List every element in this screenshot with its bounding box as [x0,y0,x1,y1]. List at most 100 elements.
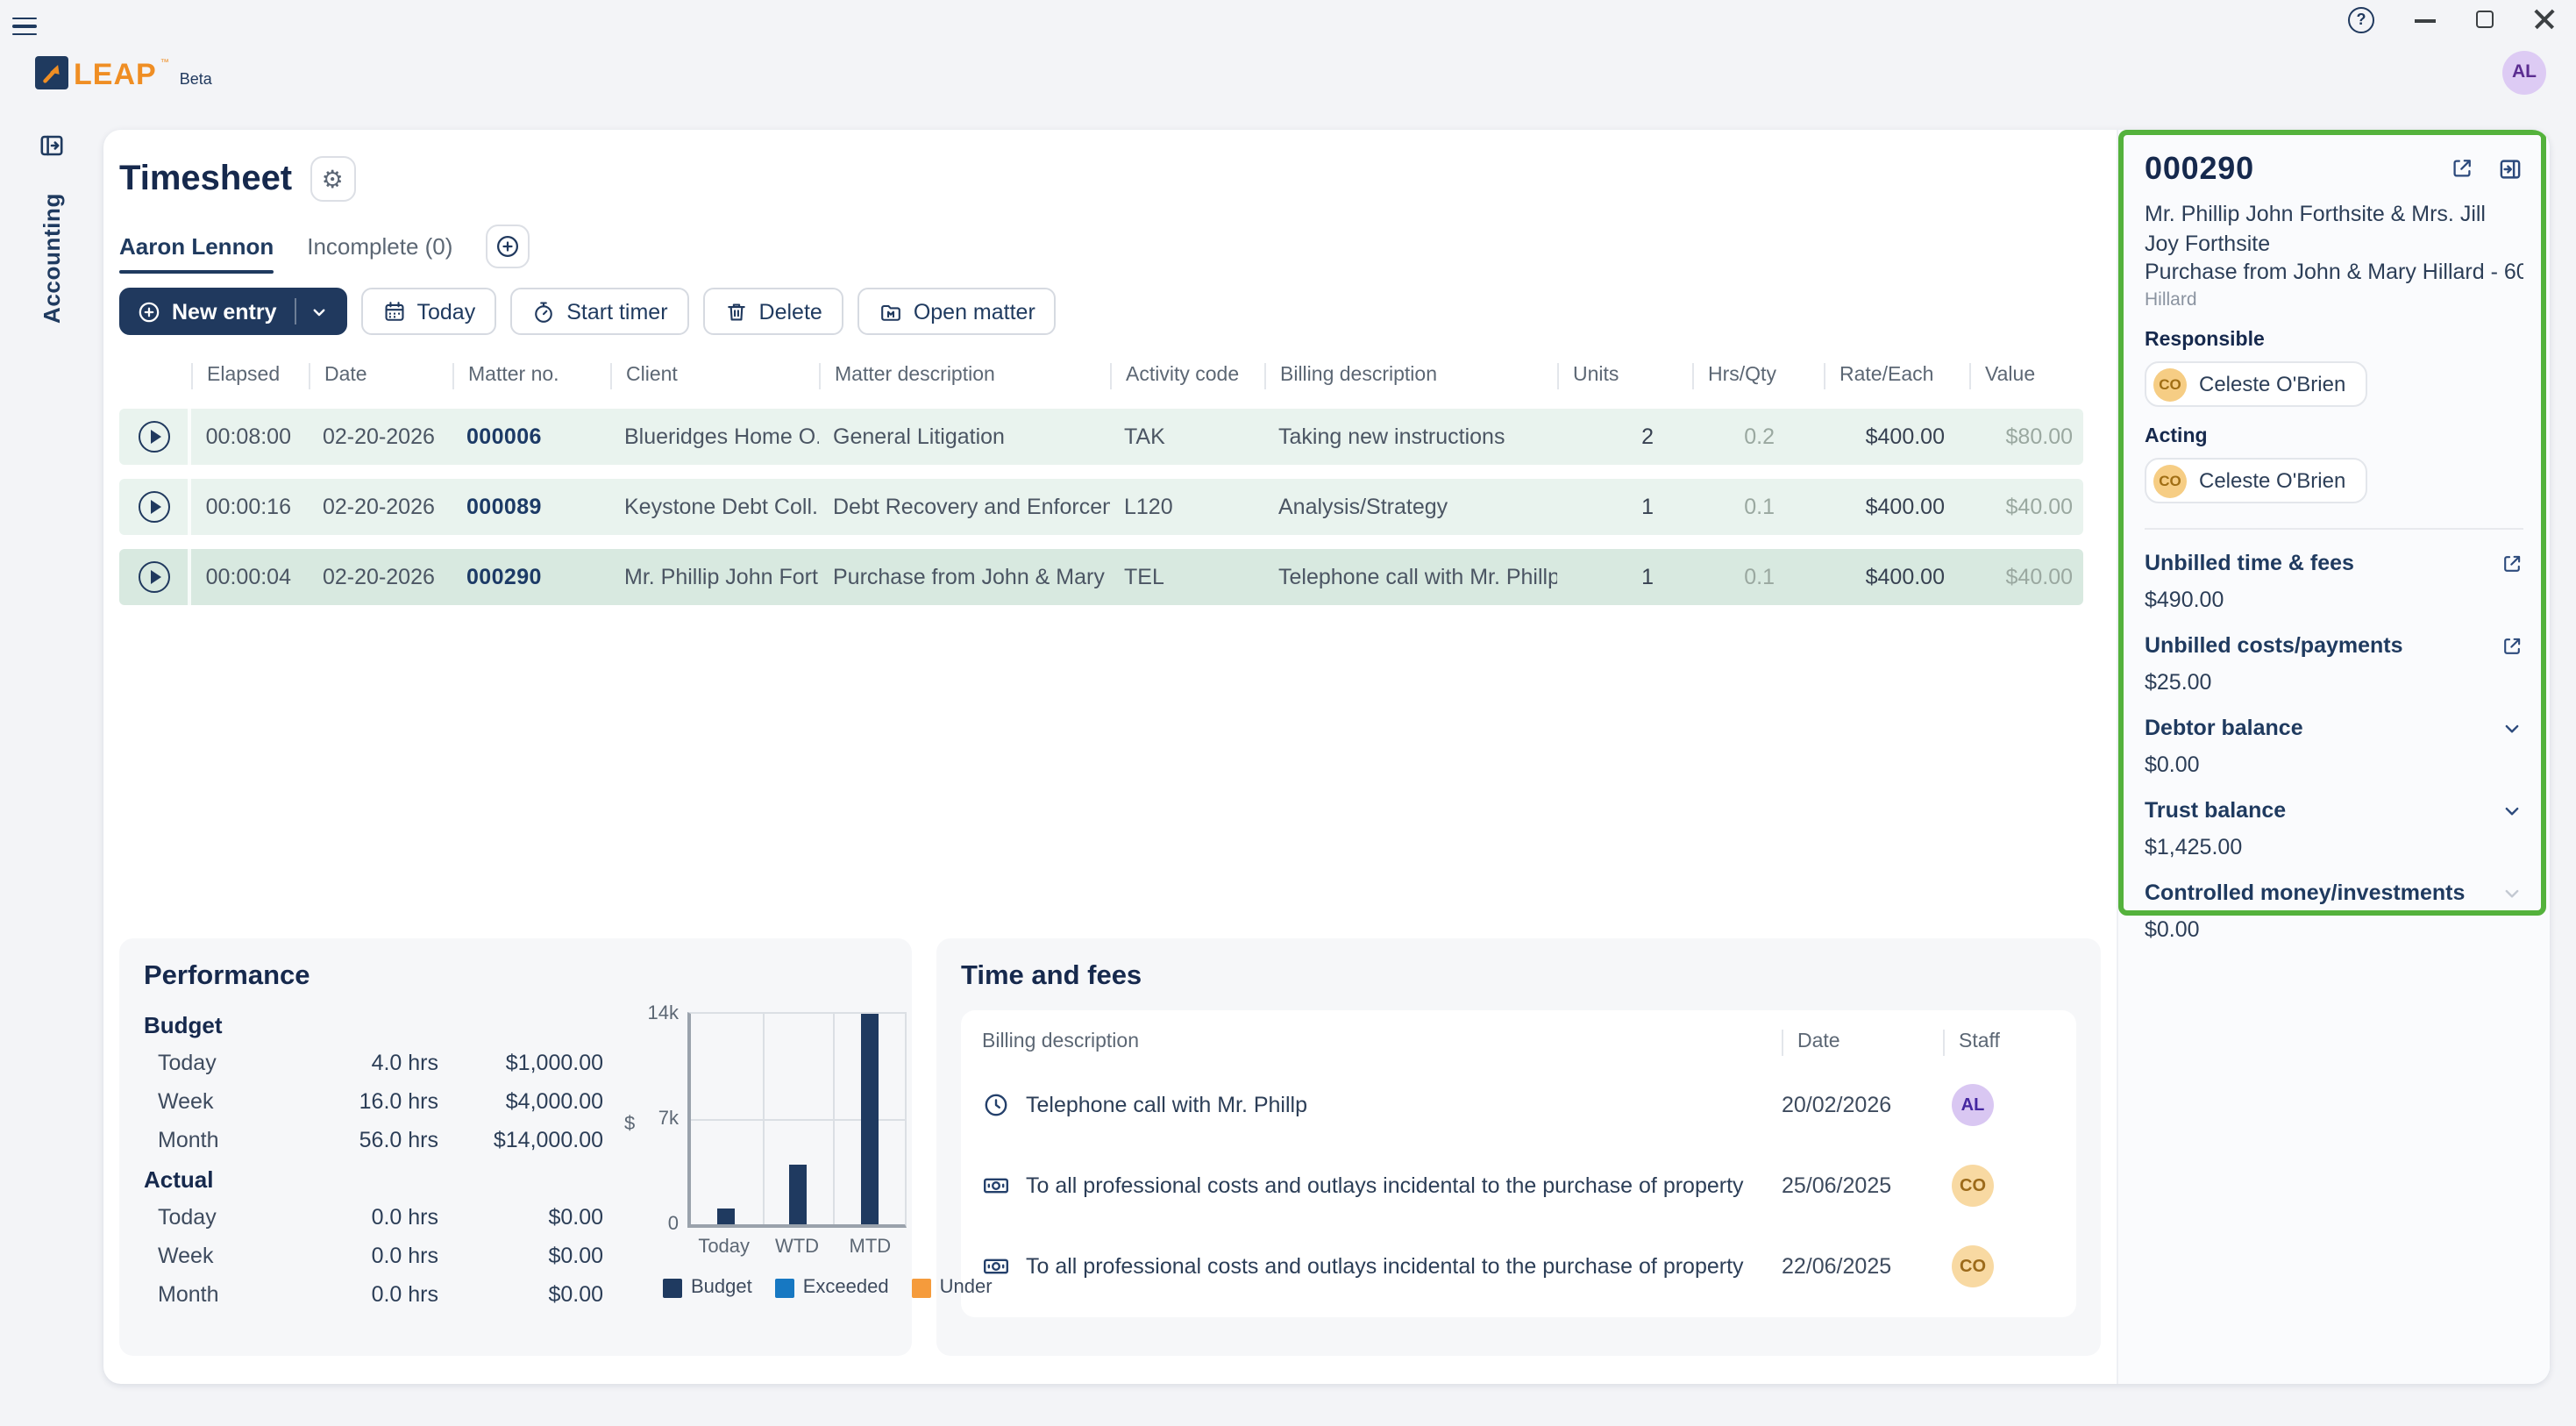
gear-icon: ⚙ [321,164,344,192]
table-row[interactable]: 00:00:16 02-20-2026 000089 Keystone Debt Co… [119,479,2083,535]
performance-period: Week [158,1244,214,1268]
tnf-column-staff: Staff [1943,1029,2055,1055]
cell-rate-each: $400.00 [1865,495,1945,519]
matter-folder-icon [880,303,900,320]
column-billing-description: Billing description [1264,362,1557,389]
chevron-down-icon[interactable] [2501,881,2523,904]
chart-y-tick: 14k [647,1003,680,1024]
tnf-billing-description: To all professional costs and outlays in… [982,1172,1782,1200]
cell-billing-description: Telephone call with Mr. Phillp [1278,565,1557,589]
close-button[interactable] [2534,9,2555,30]
play-button[interactable] [119,549,191,605]
tab-incomplete[interactable]: Incomplete (0) [307,233,452,274]
table-row[interactable]: 00:08:00 02-20-2026 000006 Blueridges Home … [119,409,2083,465]
chart-x-tick: Today [698,1237,751,1258]
user-avatar[interactable]: AL [2502,50,2546,94]
stopwatch-icon [535,301,553,322]
leap-logo-text: LEAP [74,57,157,90]
circle-plus-icon [139,301,160,322]
matter-balance-item: Debtor balance $0.00 [2145,716,2523,777]
performance-period: Month [158,1128,219,1152]
matter-balance-label[interactable]: Unbilled costs/payments [2145,633,2523,658]
tnf-row[interactable]: Telephone call with Mr. Phillp 20/02/2026… [982,1065,2055,1145]
tnf-row[interactable]: To all professional costs and outlays in… [982,1226,2055,1307]
tnf-date: 25/06/2025 [1782,1173,1892,1198]
maximize-button[interactable] [2476,11,2494,28]
start-timer-button[interactable]: Start timer [510,288,689,335]
tab-aaron-lennon[interactable]: Aaron Lennon [119,233,274,274]
cell-matter-no[interactable]: 000006 [452,424,610,449]
new-entry-button[interactable]: New entry [119,288,347,335]
chevron-down-icon [313,308,324,316]
rail-label-accounting[interactable]: Accounting [39,193,65,324]
play-button[interactable] [119,409,191,465]
tnf-date: 22/06/2025 [1782,1254,1892,1279]
external-link-icon[interactable] [2501,552,2523,574]
staff-avatar[interactable]: CO [1952,1245,1994,1287]
performance-hours: 16.0 hrs [359,1089,438,1114]
cell-client: Keystone Debt Coll... [624,495,819,519]
play-button[interactable] [119,479,191,535]
matter-balance-label[interactable]: Unbilled time & fees [2145,551,2523,575]
tnf-row[interactable]: To all professional costs and outlays in… [982,1145,2055,1226]
help-icon[interactable]: ? [2348,6,2374,32]
external-link-icon[interactable] [2501,634,2523,657]
responsible-staff-chip[interactable]: CO Celeste O'Brien [2145,361,2367,407]
acting-label: Acting [2145,426,2208,447]
staff-avatar[interactable]: CO [1952,1165,1994,1207]
acting-staff-chip[interactable]: CO Celeste O'Brien [2145,458,2367,503]
minimize-button[interactable] [2415,9,2436,30]
matter-balance-label[interactable]: Controlled money/investments [2145,881,2523,905]
matter-description: Purchase from John & Mary Hillard - 601 … [2145,260,2523,284]
delete-button[interactable]: Delete [702,288,843,335]
timesheet-rows: 00:08:00 02-20-2026 000006 Blueridges Home … [119,409,2083,605]
legend-item: Exceeded [774,1277,889,1298]
performance-amount: $14,000.00 [493,1128,603,1152]
matter-balance-label[interactable]: Debtor balance [2145,716,2523,740]
staff-name: Celeste O'Brien [2199,468,2346,493]
matter-panel: 000290 Mr. Phillip John Forthsite & Mrs.… [2117,130,2550,1384]
column-rate-each: Rate/Each [1824,362,1969,389]
tnf-billing-description: Telephone call with Mr. Phillp [982,1091,1782,1119]
collapse-panel-icon[interactable] [2497,156,2523,182]
open-matter-button[interactable]: Open matter [857,288,1057,335]
performance-period: Month [158,1282,219,1307]
timesheet-table: Elapsed Date Matter no. Client Matter descri… [119,356,2083,605]
cell-matter-no[interactable]: 000290 [452,565,610,589]
performance-amount: $4,000.00 [505,1089,603,1114]
play-icon [138,421,169,453]
cell-date: 02-20-2026 [323,495,435,519]
chevron-down-icon[interactable] [2501,717,2523,739]
table-row[interactable]: 00:00:04 02-20-2026 000290 Mr. Phillip John… [119,549,2083,605]
page-title: Timesheet [119,159,293,197]
chart-bar-today [717,1209,736,1224]
performance-group-label: Actual [144,1166,214,1192]
matter-balance-label[interactable]: Trust balance [2145,798,2523,823]
leap-logo: LEAP ™ Beta [35,55,212,89]
matter-balance-value: $490.00 [2145,588,2224,612]
timesheet-settings-button[interactable]: ⚙ [310,156,356,202]
column-hrs-qty: Hrs/Qty [1692,362,1824,389]
panel-divider [2145,528,2523,530]
chevron-down-icon[interactable] [2501,799,2523,822]
today-button[interactable]: Today [360,288,497,335]
performance-hours: 0.0 hrs [371,1244,438,1268]
timesheet-toolbar: New entry Today Start timer Delete Open … [119,288,2101,335]
add-tab-button[interactable] [486,225,530,268]
staff-avatar[interactable]: AL [1952,1084,1994,1126]
legend-item: Budget [663,1277,752,1298]
cell-matter-no[interactable]: 000089 [452,495,610,519]
open-matter-external-icon[interactable] [2450,156,2474,182]
matter-balance-value: $0.00 [2145,752,2200,777]
column-client: Client [610,362,819,389]
performance-title: Performance [144,961,310,991]
performance-amount: $0.00 [548,1205,603,1230]
main-card: Timesheet ⚙ Aaron Lennon Incomplete (0) [103,130,2550,1384]
hamburger-menu-icon[interactable] [12,17,37,36]
time-and-fees-title: Time and fees [961,961,1142,991]
button-divider [294,298,296,324]
matter-number: 000290 [2145,151,2254,186]
chart-gridline [833,1014,836,1224]
staff-name: Celeste O'Brien [2199,372,2346,396]
expand-panel-icon[interactable] [37,132,67,168]
